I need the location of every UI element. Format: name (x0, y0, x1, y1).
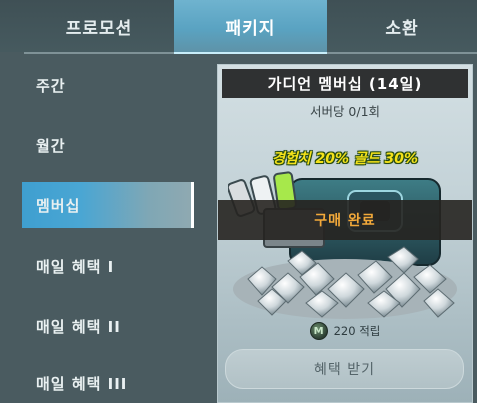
purchase-complete-label: 구매 완료 (314, 213, 376, 229)
tab-promotion[interactable]: 프로모션 (24, 0, 174, 52)
menu-item-daily-1[interactable]: 매일 혜택 I (22, 243, 194, 289)
side-menu: 주간 월간 멤버십 매일 혜택 I 매일 혜택 II 매일 혜택 III (0, 54, 210, 403)
mileage-points: M 220 적립 (218, 320, 472, 342)
top-tab-bar: 프로모션 패키지 소환 (0, 0, 477, 52)
tab-package[interactable]: 패키지 (174, 0, 327, 52)
package-artwork (228, 171, 457, 319)
tab-summon[interactable]: 소환 (327, 0, 477, 52)
mileage-coin-icon: M (309, 322, 328, 340)
menu-item-weekly[interactable]: 주간 (22, 62, 194, 108)
points-label: 220 적립 (333, 324, 381, 338)
purchase-limit: 서버당 0/1회 (309, 103, 381, 119)
package-card: 가디언 멤버십 (14일) 서버당 0/1회 경험치 20% 골드 30% 구매… (217, 64, 473, 403)
menu-item-daily-3[interactable]: 매일 혜택 III (22, 360, 194, 403)
package-title: 가디언 멤버십 (14일) (222, 69, 468, 98)
bonus-text: 경험치 20% 골드 30% (271, 151, 419, 167)
purchased-overlay: 구매 완료 (218, 200, 472, 240)
menu-item-daily-2[interactable]: 매일 혜택 II (22, 303, 194, 349)
menu-item-monthly[interactable]: 월간 (22, 122, 194, 168)
claim-benefit-button[interactable]: 혜택 받기 (225, 349, 464, 389)
menu-item-membership[interactable]: 멤버십 (22, 182, 194, 228)
